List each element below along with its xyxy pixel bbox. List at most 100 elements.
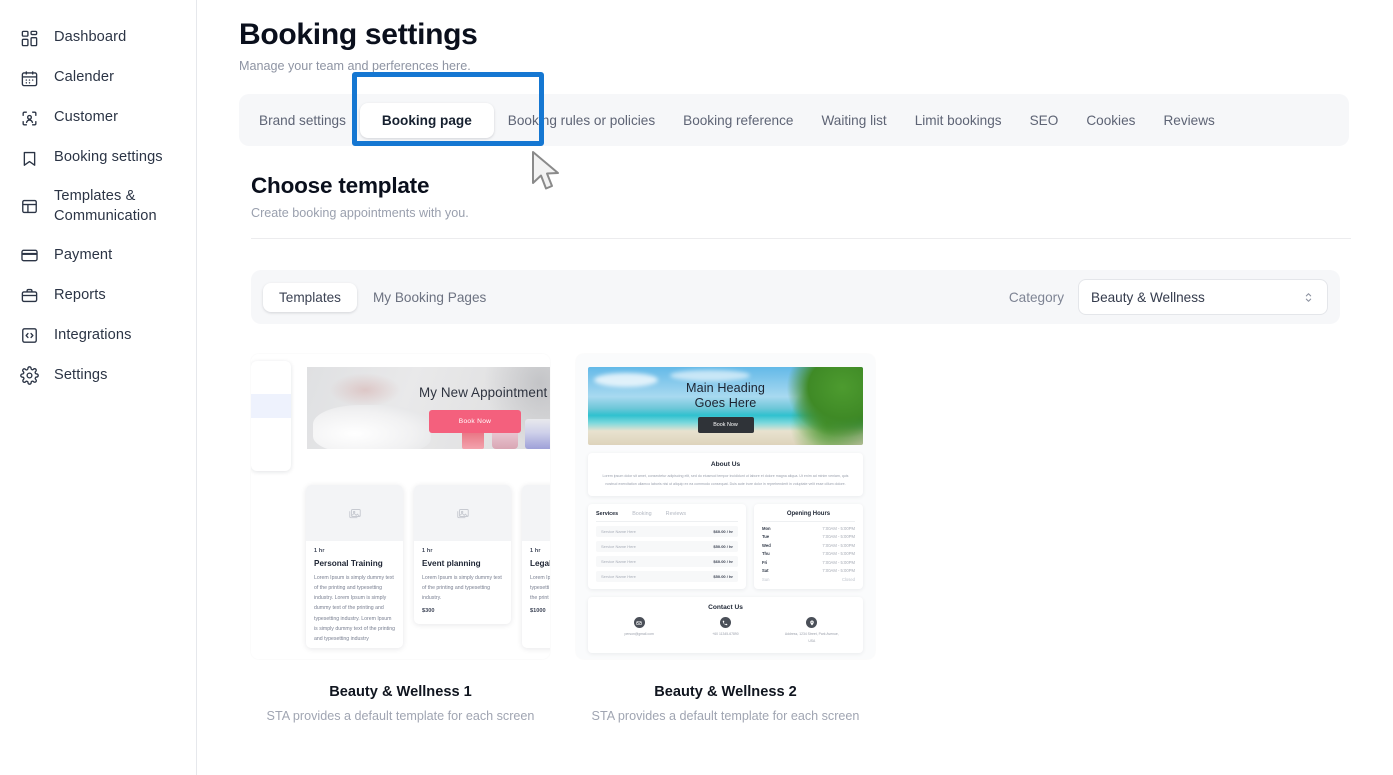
category-label: Category bbox=[1008, 289, 1064, 305]
hero-book-now-button[interactable]: Book Now bbox=[429, 410, 521, 433]
sidebar-item-label: Payment bbox=[54, 246, 113, 263]
service-description: Lorem Ipsum is simply dummy text of the … bbox=[314, 575, 396, 642]
service-row-price: $50.00 / hr bbox=[713, 544, 733, 550]
hero-title: My New Appointment bbox=[419, 385, 548, 400]
hours-row: Wed 7:00AM - 5:00PM bbox=[762, 543, 855, 548]
sidebar-item-settings[interactable]: Settings bbox=[10, 355, 186, 395]
pin-icon bbox=[806, 617, 818, 629]
contact-text: Address, 1234 Street, Park Avenue, USA bbox=[784, 632, 839, 643]
hero-cloud bbox=[670, 370, 750, 381]
service-card[interactable]: 1 hr Event planning Lorem Ipsum is simpl… bbox=[414, 485, 511, 624]
sidebar-item-label: Customer bbox=[54, 109, 119, 126]
service-duration: 1 hr bbox=[530, 548, 541, 554]
opening-hours-panel: Opening Hours Mon 7:00AM - 5:00PM Tue 7:… bbox=[753, 504, 863, 590]
image-placeholder-icon bbox=[414, 485, 511, 541]
hero-book-now-button[interactable]: Book Now bbox=[697, 417, 754, 433]
service-price: $1000 bbox=[530, 608, 546, 615]
sidebar-item-reports[interactable]: Reports bbox=[10, 275, 186, 315]
hours-row: Thu 7:00AM - 5:00PM bbox=[762, 551, 855, 556]
segment-my-booking-pages[interactable]: My Booking Pages bbox=[357, 283, 502, 312]
sidebar-item-label: Templates & Communication bbox=[54, 188, 157, 224]
preview-hero-banner: My New Appointment Book Now bbox=[307, 367, 550, 449]
segment-templates[interactable]: Templates bbox=[263, 282, 357, 312]
tab-limit-bookings[interactable]: Limit bookings bbox=[901, 104, 1016, 137]
template-preview-1[interactable]: My New Appointment Book Now 1 hr Persona… bbox=[251, 354, 550, 659]
service-card[interactable]: 1 hr Personal Training Lorem Ipsum is si… bbox=[306, 485, 403, 648]
preview-hero-banner: Main Heading Goes Here Book Now bbox=[588, 367, 863, 445]
service-card-body: 1 hr Event planning Lorem Ipsum is simpl… bbox=[414, 541, 511, 623]
tab-seo[interactable]: SEO bbox=[1016, 104, 1073, 137]
template-caption-1: Beauty & Wellness 1 STA provides a defau… bbox=[251, 684, 550, 723]
contact-item: +60 11345-67890 bbox=[695, 617, 755, 644]
hours-time: 7:00AM - 5:00PM bbox=[822, 551, 855, 557]
hours-row: Sun Closed bbox=[762, 577, 855, 582]
credit-card-icon bbox=[18, 244, 40, 266]
tab-booking-page[interactable]: Booking page bbox=[359, 102, 494, 138]
hours-day: Wed bbox=[761, 542, 771, 548]
service-row-name: Service Name Here bbox=[601, 544, 636, 550]
hero-towel-image bbox=[313, 405, 431, 449]
template-name: Beauty & Wellness 2 bbox=[654, 684, 797, 700]
contact-us-panel: Contact Us person@gmail.com +60 11345-67… bbox=[588, 597, 863, 654]
services-tab-services[interactable]: Services bbox=[596, 511, 618, 517]
sidebar-item-calender[interactable]: Calender bbox=[10, 58, 186, 98]
category-select[interactable]: Beauty & Wellness bbox=[1078, 279, 1328, 315]
service-title: Legal bbox=[530, 559, 550, 568]
service-row[interactable]: Service Name Here $50.00 / hr bbox=[596, 541, 738, 553]
service-row-price: $50.00 / hr bbox=[713, 574, 733, 580]
service-row[interactable]: Service Name Here $60.00 / hr bbox=[596, 526, 738, 538]
tab-booking-reference[interactable]: Booking reference bbox=[669, 104, 807, 137]
sidebar-item-payment[interactable]: Payment bbox=[10, 235, 186, 275]
template-card-2[interactable]: Main Heading Goes Here Book Now About Us… bbox=[576, 354, 875, 723]
service-card[interactable]: 1 hr Legal Lorem Ip text of th typesetti… bbox=[522, 485, 550, 648]
hours-time: 7:00AM - 5:00PM bbox=[822, 568, 855, 574]
preview-service-cards: 1 hr Personal Training Lorem Ipsum is si… bbox=[306, 485, 550, 648]
service-description: Lorem Ipsum is simply dummy text of the … bbox=[422, 575, 502, 602]
services-tab-reviews[interactable]: Reviews bbox=[666, 511, 686, 517]
hours-day: Thu bbox=[761, 551, 770, 557]
hours-row: Tue 7:00AM - 5:00PM bbox=[762, 534, 855, 539]
preview-page-body: Main Heading Goes Here Book Now About Us… bbox=[576, 354, 875, 659]
service-row[interactable]: Service Name Here $50.00 / hr bbox=[596, 571, 738, 583]
service-row[interactable]: Service Name Here $60.00 / hr bbox=[596, 556, 738, 568]
template-grid: My New Appointment Book Now 1 hr Persona… bbox=[251, 354, 1351, 723]
tab-brand-settings[interactable]: Brand settings bbox=[245, 104, 360, 137]
sidebar-item-integrations[interactable]: Integrations bbox=[10, 315, 186, 355]
tab-waiting-list[interactable]: Waiting list bbox=[807, 104, 900, 137]
hours-time: 7:00AM - 5:00PM bbox=[822, 525, 855, 531]
sidebar-item-templates-communication[interactable]: Templates & Communication bbox=[10, 178, 186, 235]
sidebar-item-booking-settings[interactable]: Booking settings bbox=[10, 138, 186, 178]
hours-day: Sun bbox=[761, 576, 770, 582]
service-title: Personal Training bbox=[314, 559, 383, 568]
chevron-updown-icon bbox=[1302, 291, 1315, 304]
tab-booking-rules-or-policies[interactable]: Booking rules or policies bbox=[494, 104, 669, 137]
services-tabs: Services Booking Reviews bbox=[596, 511, 738, 523]
tab-cookies[interactable]: Cookies bbox=[1072, 104, 1149, 137]
section-title: Choose template bbox=[251, 173, 430, 198]
user-scan-icon bbox=[18, 107, 40, 129]
contact-title: Contact Us bbox=[708, 604, 743, 612]
sidebar: Dashboard Calender Customer Booking sett… bbox=[0, 0, 197, 775]
template-preview-2[interactable]: Main Heading Goes Here Book Now About Us… bbox=[576, 354, 875, 659]
service-duration: 1 hr bbox=[422, 548, 433, 554]
hours-row: Fri 7:00AM - 5:00PM bbox=[762, 560, 855, 565]
hours-row: Mon 7:00AM - 5:00PM bbox=[762, 526, 855, 531]
service-duration: 1 hr bbox=[314, 548, 325, 554]
hours-day: Sat bbox=[761, 568, 769, 574]
bookmark-icon bbox=[18, 147, 40, 169]
hours-time: 7:00AM - 5:00PM bbox=[822, 534, 855, 540]
contact-text: person@gmail.com bbox=[624, 632, 654, 637]
main-content: Booking settings Manage your team and pe… bbox=[197, 0, 1393, 775]
template-description: STA provides a default template for each… bbox=[266, 709, 535, 723]
tab-reviews[interactable]: Reviews bbox=[1149, 104, 1228, 137]
service-price: $300 bbox=[422, 608, 435, 615]
choose-template-header: Choose template Create booking appointme… bbox=[239, 173, 1351, 220]
about-title: About Us bbox=[710, 461, 741, 468]
sidebar-item-customer[interactable]: Customer bbox=[10, 98, 186, 138]
hero-title-line1: Main Heading bbox=[686, 381, 765, 395]
section-subtitle: Create booking appointments with you. bbox=[251, 206, 469, 220]
sidebar-item-dashboard[interactable]: Dashboard bbox=[10, 18, 186, 58]
services-hours-row: Services Booking Reviews Service Name He… bbox=[588, 504, 863, 590]
template-card-1[interactable]: My New Appointment Book Now 1 hr Persona… bbox=[251, 354, 550, 723]
services-tab-booking[interactable]: Booking bbox=[632, 511, 651, 517]
